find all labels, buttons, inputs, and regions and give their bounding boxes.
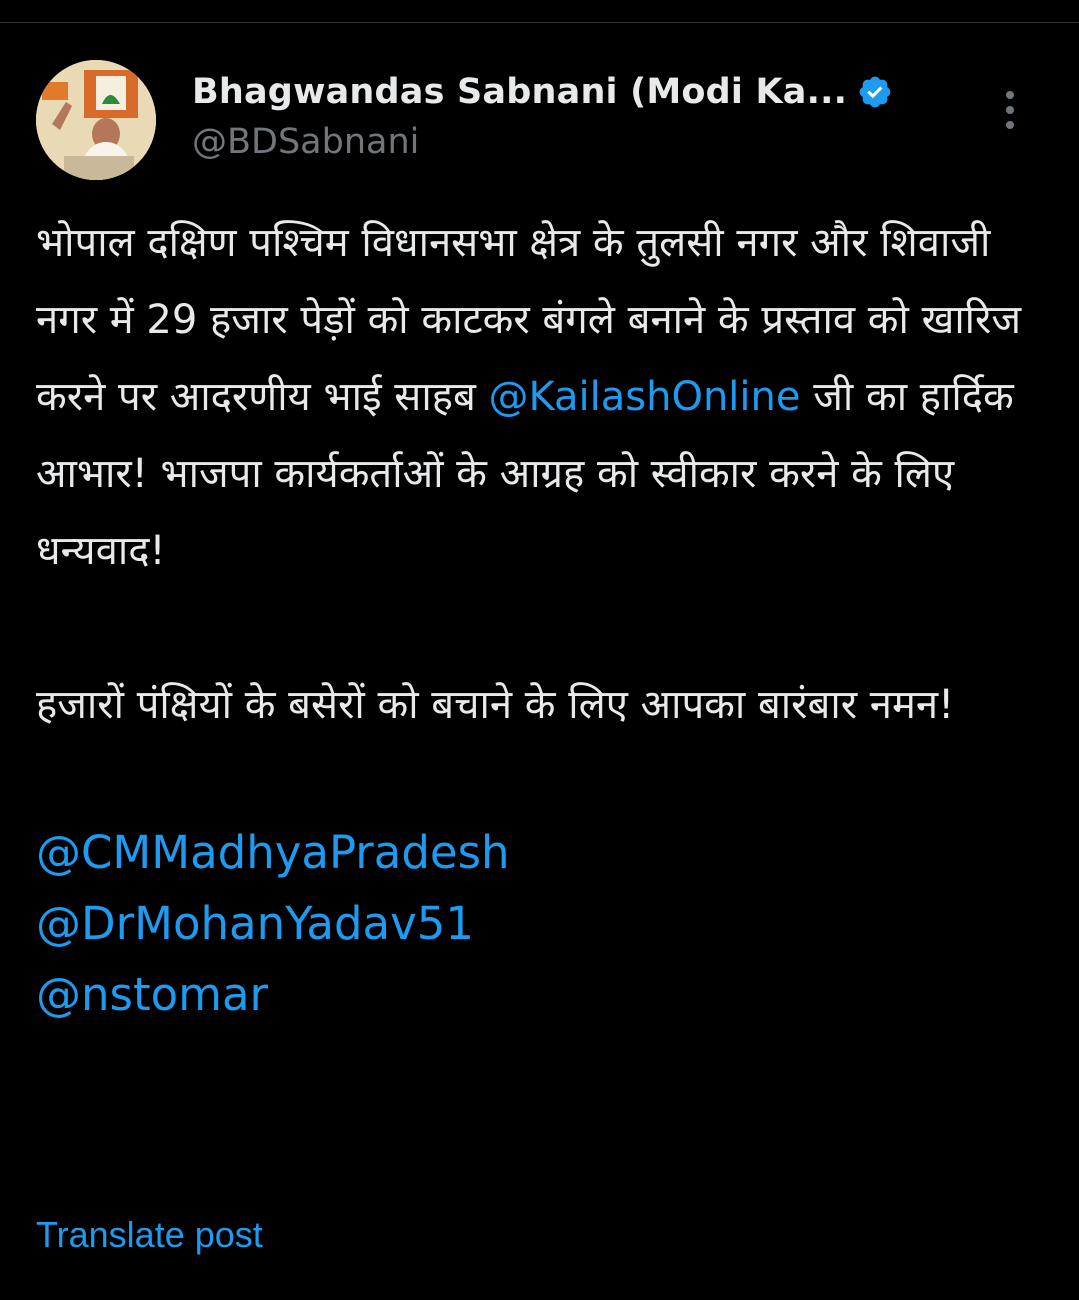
mention-link[interactable]: @nstomar <box>36 959 1046 1030</box>
avatar[interactable] <box>36 60 156 180</box>
mention-link[interactable]: @CMMadhyaPradesh <box>36 817 1046 888</box>
more-vertical-icon[interactable] <box>998 88 1022 132</box>
mention-list: @CMMadhyaPradesh @DrMohanYadav51 @nstoma… <box>36 817 1046 1030</box>
translate-post-link[interactable]: Translate post <box>36 1214 263 1256</box>
tweet-paragraph: भोपाल दक्षिण पश्चिम विधानसभा क्षेत्र के … <box>36 205 1046 590</box>
top-divider <box>0 22 1079 23</box>
name-row: Bhagwandas Sabnani (Modi Ka... <box>192 68 893 116</box>
mention-link[interactable]: @DrMohanYadav51 <box>36 888 1046 959</box>
tweet-paragraph: हजारों पंक्षियों के बसेरों को बचाने के ल… <box>36 682 955 728</box>
verified-badge-icon <box>857 74 893 110</box>
author-handle[interactable]: @BDSabnani <box>192 122 419 162</box>
mention-link[interactable]: @KailashOnline <box>489 374 801 420</box>
tweet-body: भोपाल दक्षिण पश्चिम विधानसभा क्षेत्र के … <box>36 205 1046 1030</box>
display-name[interactable]: Bhagwandas Sabnani (Modi Ka... <box>192 72 847 112</box>
tweet-header: Bhagwandas Sabnani (Modi Ka... @BDSabnan… <box>36 60 1046 185</box>
